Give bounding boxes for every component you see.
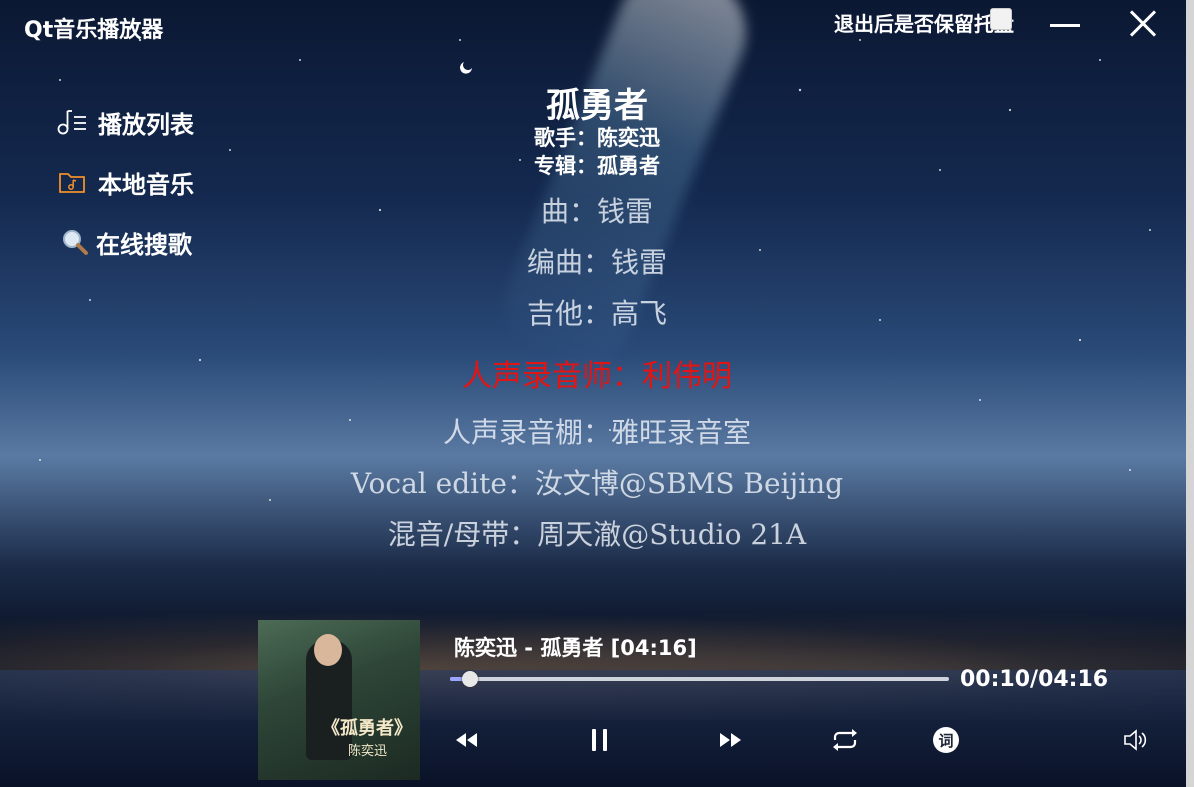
track-info: 陈奕迅 - 孤勇者 [04:16] <box>454 636 697 660</box>
lyric-line: 曲：钱雷 <box>540 195 653 228</box>
album-cover: 《孤勇者》 陈奕迅 <box>258 620 420 780</box>
lyric-line: 人声录音棚：雅旺录音室 <box>442 416 751 449</box>
progress-knob[interactable] <box>461 671 478 687</box>
minimize-button[interactable] <box>1046 6 1086 42</box>
pause-button[interactable] <box>582 722 618 758</box>
cover-figure-head <box>314 634 342 666</box>
progress-bar[interactable] <box>450 671 949 687</box>
close-button[interactable] <box>1122 6 1162 42</box>
lyric-line: 编曲：钱雷 <box>526 246 667 279</box>
loop-button[interactable] <box>827 722 863 758</box>
next-button[interactable] <box>712 722 748 758</box>
pause-icon <box>592 729 607 751</box>
song-artist: 歌手：陈奕迅 <box>534 126 660 150</box>
lyric-line: 吉他：高飞 <box>526 297 667 330</box>
fast-forward-icon <box>720 733 741 747</box>
lyrics-icon: 词 <box>933 727 959 753</box>
tray-label: 退出后是否保留托盘 <box>834 12 1014 36</box>
cover-title: 《孤勇者》 <box>322 718 412 739</box>
song-album: 专辑：孤勇者 <box>534 154 660 178</box>
app-title: Qt音乐播放器 <box>24 18 164 43</box>
loop-icon <box>833 729 857 751</box>
volume-button[interactable] <box>1118 722 1154 758</box>
time-display: 00:10/04:16 <box>960 667 1109 692</box>
lyrics-panel: 曲：钱雷 编曲：钱雷 吉他：高飞 人声录音师：利伟明 人声录音棚：雅旺录音室 V… <box>0 190 1194 564</box>
song-title: 孤勇者 <box>546 86 648 126</box>
volume-icon <box>1124 729 1147 751</box>
previous-button[interactable] <box>449 722 485 758</box>
player-window: Qt音乐播放器 退出后是否保留托盘 播放列表 本地音乐 在线搜歌 孤勇者 歌手：… <box>0 0 1194 787</box>
tray-checkbox[interactable] <box>990 8 1012 30</box>
lyrics-toggle-button[interactable]: 词 <box>928 722 964 758</box>
lyric-line: Vocal edite：汝文博@SBMS Beijing <box>350 467 844 500</box>
cover-artist: 陈奕迅 <box>348 744 388 759</box>
lyric-line-active: 人声录音师：利伟明 <box>462 359 732 394</box>
lyric-line: 混音/母带：周天澈@Studio 21A <box>387 518 807 551</box>
rewind-icon <box>456 733 477 747</box>
window-scrollbar[interactable] <box>1186 0 1194 787</box>
